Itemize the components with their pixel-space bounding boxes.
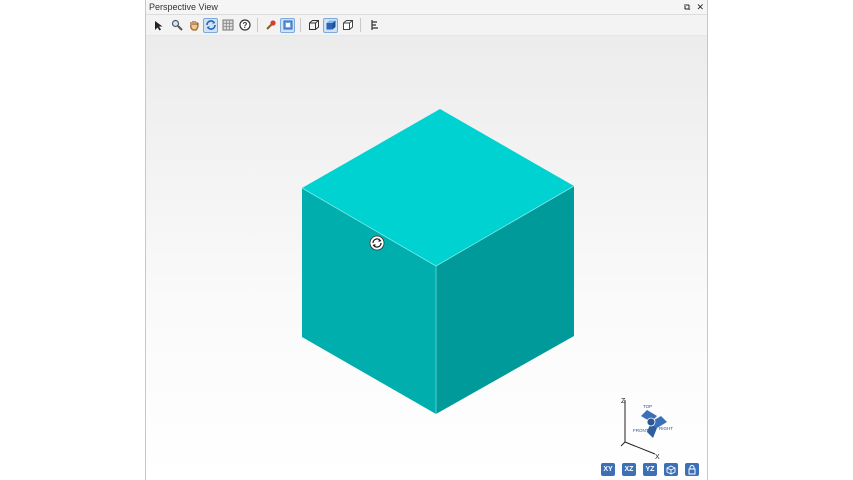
perspective-view-window: Perspective View ⧉ ✕ ? Z X TOP FRONT RIG… (145, 0, 708, 480)
view-yz-button[interactable]: YZ (643, 463, 657, 476)
view-xy-button[interactable]: XY (601, 463, 615, 476)
zoom-icon[interactable] (169, 18, 184, 33)
view-xz-button[interactable]: XZ (622, 463, 636, 476)
rotate-icon[interactable] (203, 17, 218, 33)
toolbar-divider (300, 18, 301, 32)
z-axis-label: Z (621, 398, 626, 405)
view-toolbar: ? (146, 15, 707, 36)
view-buttons: XY XZ YZ (601, 463, 699, 476)
rotate-cursor-icon (369, 235, 385, 251)
title-bar: Perspective View ⧉ ✕ (146, 0, 707, 15)
right-label: RIGHT (659, 426, 673, 431)
view-save-button[interactable] (685, 463, 699, 476)
pan-hand-icon[interactable] (186, 18, 201, 33)
fit-icon[interactable] (280, 17, 295, 33)
view-cube-icon[interactable] (641, 410, 667, 438)
wireframe-cube-icon[interactable] (306, 18, 321, 33)
top-label: TOP (643, 404, 652, 409)
view-iso-button[interactable] (664, 463, 678, 476)
x-axis-label: X (655, 454, 660, 461)
orientation-triad[interactable]: Z X TOP FRONT RIGHT (620, 398, 673, 461)
hidden-line-cube-icon[interactable] (340, 18, 355, 33)
toolbar-divider (257, 18, 258, 32)
restore-icon[interactable]: ⧉ (684, 0, 690, 14)
front-label: FRONT (633, 428, 649, 433)
select-arrow-icon[interactable] (152, 18, 167, 33)
3d-viewport[interactable]: Z X TOP FRONT RIGHT XY XZ YZ (146, 36, 707, 480)
window-title: Perspective View (149, 2, 218, 12)
iso-cube-icon (666, 464, 676, 475)
help-label: ? (242, 21, 247, 30)
grid-icon[interactable] (220, 18, 235, 33)
pick-icon[interactable] (263, 18, 278, 33)
scene-canvas: Z X TOP FRONT RIGHT (301, 109, 673, 461)
save-view-icon (688, 464, 696, 474)
shaded-cube-icon[interactable] (323, 17, 338, 33)
layout-icon[interactable] (366, 18, 381, 33)
toolbar-divider (360, 18, 361, 32)
help-icon[interactable]: ? (237, 18, 252, 33)
close-icon[interactable]: ✕ (696, 0, 704, 14)
